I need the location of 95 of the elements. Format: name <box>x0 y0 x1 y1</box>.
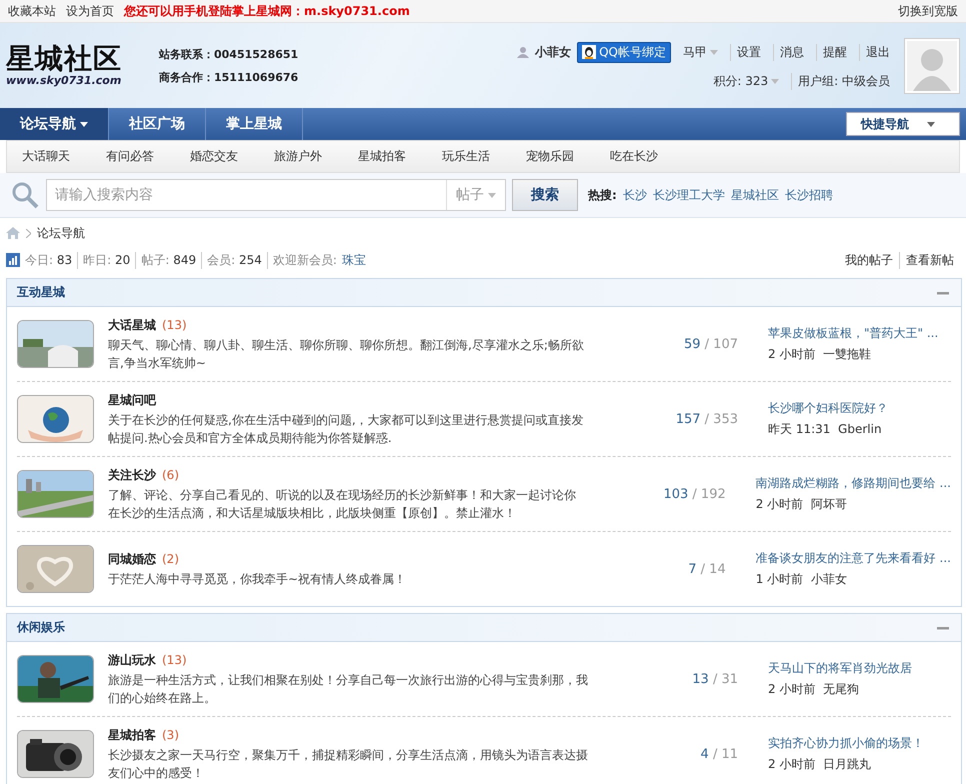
points-link[interactable]: 积分: 323 <box>707 72 786 90</box>
thread-count: 103 <box>663 486 688 502</box>
subnav-link[interactable]: 有问必答 <box>91 148 175 165</box>
penguin-icon <box>582 45 596 59</box>
last-post-link[interactable]: 南湖路成烂糊路，修路期间也要给 ... <box>756 475 951 492</box>
subnav-link[interactable]: 婚恋交友 <box>175 148 259 165</box>
forum-description: 聊天气、聊心情、聊八卦、聊生活、聊你所聊、聊你所想。翻江倒海,尽享灌水之乐;畅所欲言,争当水军统帅~ <box>108 336 585 372</box>
today-count: (13) <box>162 318 187 332</box>
section-title: 互动星城 <box>17 284 65 301</box>
post-count: / 11 <box>712 746 738 762</box>
forum-description: 于茫茫人海中寻寻觅觅，你我牵手~祝有情人终成眷属！ <box>108 570 408 588</box>
post-count: / 14 <box>700 562 726 576</box>
search-button[interactable]: 搜索 <box>512 179 578 211</box>
user-icon <box>517 46 530 58</box>
user-group-label: 用户组: 中级会员 <box>791 72 896 90</box>
last-post-meta: 1 小时前 小菲女 <box>756 571 848 588</box>
forum-name[interactable]: 关注长沙 <box>108 468 156 482</box>
user-menu-link[interactable]: 设置 <box>730 44 767 60</box>
section-title: 休闲娱乐 <box>17 619 65 636</box>
qq-bind-button[interactable]: QQ帐号绑定 <box>577 42 671 62</box>
top-link[interactable]: 收藏本站 <box>8 2 56 20</box>
last-post-meta: 2 小时前 日月跳丸 <box>768 756 872 773</box>
subnav-link[interactable]: 玩乐生活 <box>427 148 511 165</box>
stats-link[interactable]: 查看新帖 <box>899 252 960 268</box>
last-post-meta: 2 小时前 无尾狗 <box>768 681 860 698</box>
forum-name[interactable]: 大话星城 <box>108 318 156 332</box>
hot-search-link[interactable]: 星城社区 <box>730 186 779 204</box>
forum-name[interactable]: 同城婚恋 <box>108 552 156 566</box>
logo-url: www.sky0731.com <box>6 74 122 87</box>
forum-description: 关于在长沙的任何疑惑,你在生活中碰到的问题,，大家都可以到这里进行悬赏提问或直接发帖提问.热心会员和官方全体成员期待能为你答疑解惑. <box>108 412 585 446</box>
new-member-link[interactable]: 珠宝 <box>342 252 366 268</box>
last-post-link[interactable]: 苹果皮做板蓝根，"普药大王" ... <box>768 325 951 342</box>
thread-count: 59 <box>684 336 701 352</box>
top-link[interactable]: 设为首页 <box>66 2 114 20</box>
new-member-label: 欢迎新会员: <box>266 252 342 268</box>
hot-search-link[interactable]: 长沙招聘 <box>784 186 833 204</box>
forum-name[interactable]: 游山玩水 <box>108 652 156 666</box>
forum-name[interactable]: 星城问吧 <box>108 392 156 406</box>
post-count: / 31 <box>712 672 738 686</box>
caret-icon <box>927 122 935 126</box>
last-post-link[interactable]: 天马山下的将军肖劲光故居 <box>768 660 951 677</box>
user-menu-link[interactable]: 退出 <box>859 44 896 60</box>
stat-item: 今日: 83 <box>24 252 74 268</box>
subnav-link[interactable]: 旅游户外 <box>259 148 343 165</box>
forum-name[interactable]: 星城拍客 <box>108 728 156 742</box>
username[interactable]: 小菲女 <box>535 44 572 60</box>
mobile-notice: 您还可以用手机登陆掌上星城网：m.sky0731.com <box>124 2 410 20</box>
forum-description: 长沙摄友之家一天马行空，聚集万千，捕捉精彩瞬间，分享生活点滴，用镜头为语言表达摄友们心中的感受！ <box>108 746 588 782</box>
caret-icon <box>488 192 496 198</box>
today-count: (6) <box>162 468 179 482</box>
today-count: (3) <box>162 728 179 742</box>
hot-search-label: 热搜: <box>588 186 617 204</box>
last-post-meta: 昨天 11:31 Gberlin <box>768 421 883 438</box>
thread-count: 4 <box>700 746 709 762</box>
thread-count: 13 <box>692 672 709 686</box>
subnav-link[interactable]: 大话聊天 <box>7 148 91 165</box>
post-count: / 353 <box>704 412 738 426</box>
last-post-meta: 2 小时前 一雙拖鞋 <box>768 346 872 363</box>
last-post-link[interactable]: 实拍齐心协力抓小偷的场景！ <box>768 735 951 752</box>
stat-item: 帖子: 849 <box>135 252 202 268</box>
today-count: (2) <box>162 552 179 566</box>
post-count: / 107 <box>704 336 738 352</box>
breadcrumb-current: 论坛导航 <box>37 224 85 242</box>
user-menu-link[interactable]: 提醒 <box>816 44 853 60</box>
home-icon[interactable] <box>6 227 20 239</box>
subnav-link[interactable]: 吃在长沙 <box>595 148 679 165</box>
thread-count: 7 <box>688 562 697 576</box>
last-post-link[interactable]: 准备谈女朋友的注意了先来看看好 ... <box>756 550 951 567</box>
bar-chart-icon <box>6 253 20 267</box>
post-count: / 192 <box>691 486 726 502</box>
caret-icon <box>771 78 780 84</box>
today-count: (13) <box>162 652 187 666</box>
chevron-icon <box>26 228 31 238</box>
subnav-link[interactable]: 星城拍客 <box>343 148 427 165</box>
last-post-link[interactable]: 长沙哪个妇科医院好？ <box>768 400 951 417</box>
stats-link[interactable]: 我的帖子 <box>839 252 899 268</box>
avatar <box>907 40 957 90</box>
quick-nav-button[interactable]: 快捷导航 <box>846 112 960 136</box>
user-menu-link[interactable]: 消息 <box>773 44 810 60</box>
forum-description: 了解、评论、分享自己看见的、听说的以及在现场经历的长沙新鲜事！和大家一起讨论你在长沙的生活点滴，和大话星城版块相比，此版块侧重【原创】。禁止灌水！ <box>108 486 577 522</box>
stat-item: 会员: 254 <box>201 252 267 268</box>
last-post-meta: 2 小时前 阿坏哥 <box>756 496 848 513</box>
user-menu-link[interactable]: 马甲 <box>677 44 724 60</box>
nav-tab[interactable]: 论坛导航 <box>0 108 109 140</box>
search-icon <box>10 180 40 210</box>
contact-info: 站务联系：00451528651 <box>159 46 298 62</box>
hot-search-link[interactable]: 长沙 <box>622 186 647 204</box>
contact-info: 商务合作：15111069676 <box>159 70 298 84</box>
forum-description: 旅游是一种生活方式，让我们相聚在别处！分享自己每一次旅行出游的心得与宝贵刹那，我们的心始终在路上。 <box>108 672 588 706</box>
logo-title[interactable]: 星城社区 <box>6 44 122 74</box>
subnav-link[interactable]: 宠物乐园 <box>511 148 595 165</box>
thread-count: 157 <box>676 412 701 426</box>
width-switch-link[interactable]: 切换到宽版 <box>898 2 958 20</box>
hot-search-link[interactable]: 长沙理工大学 <box>652 186 725 204</box>
stat-item: 昨日: 20 <box>77 252 136 268</box>
